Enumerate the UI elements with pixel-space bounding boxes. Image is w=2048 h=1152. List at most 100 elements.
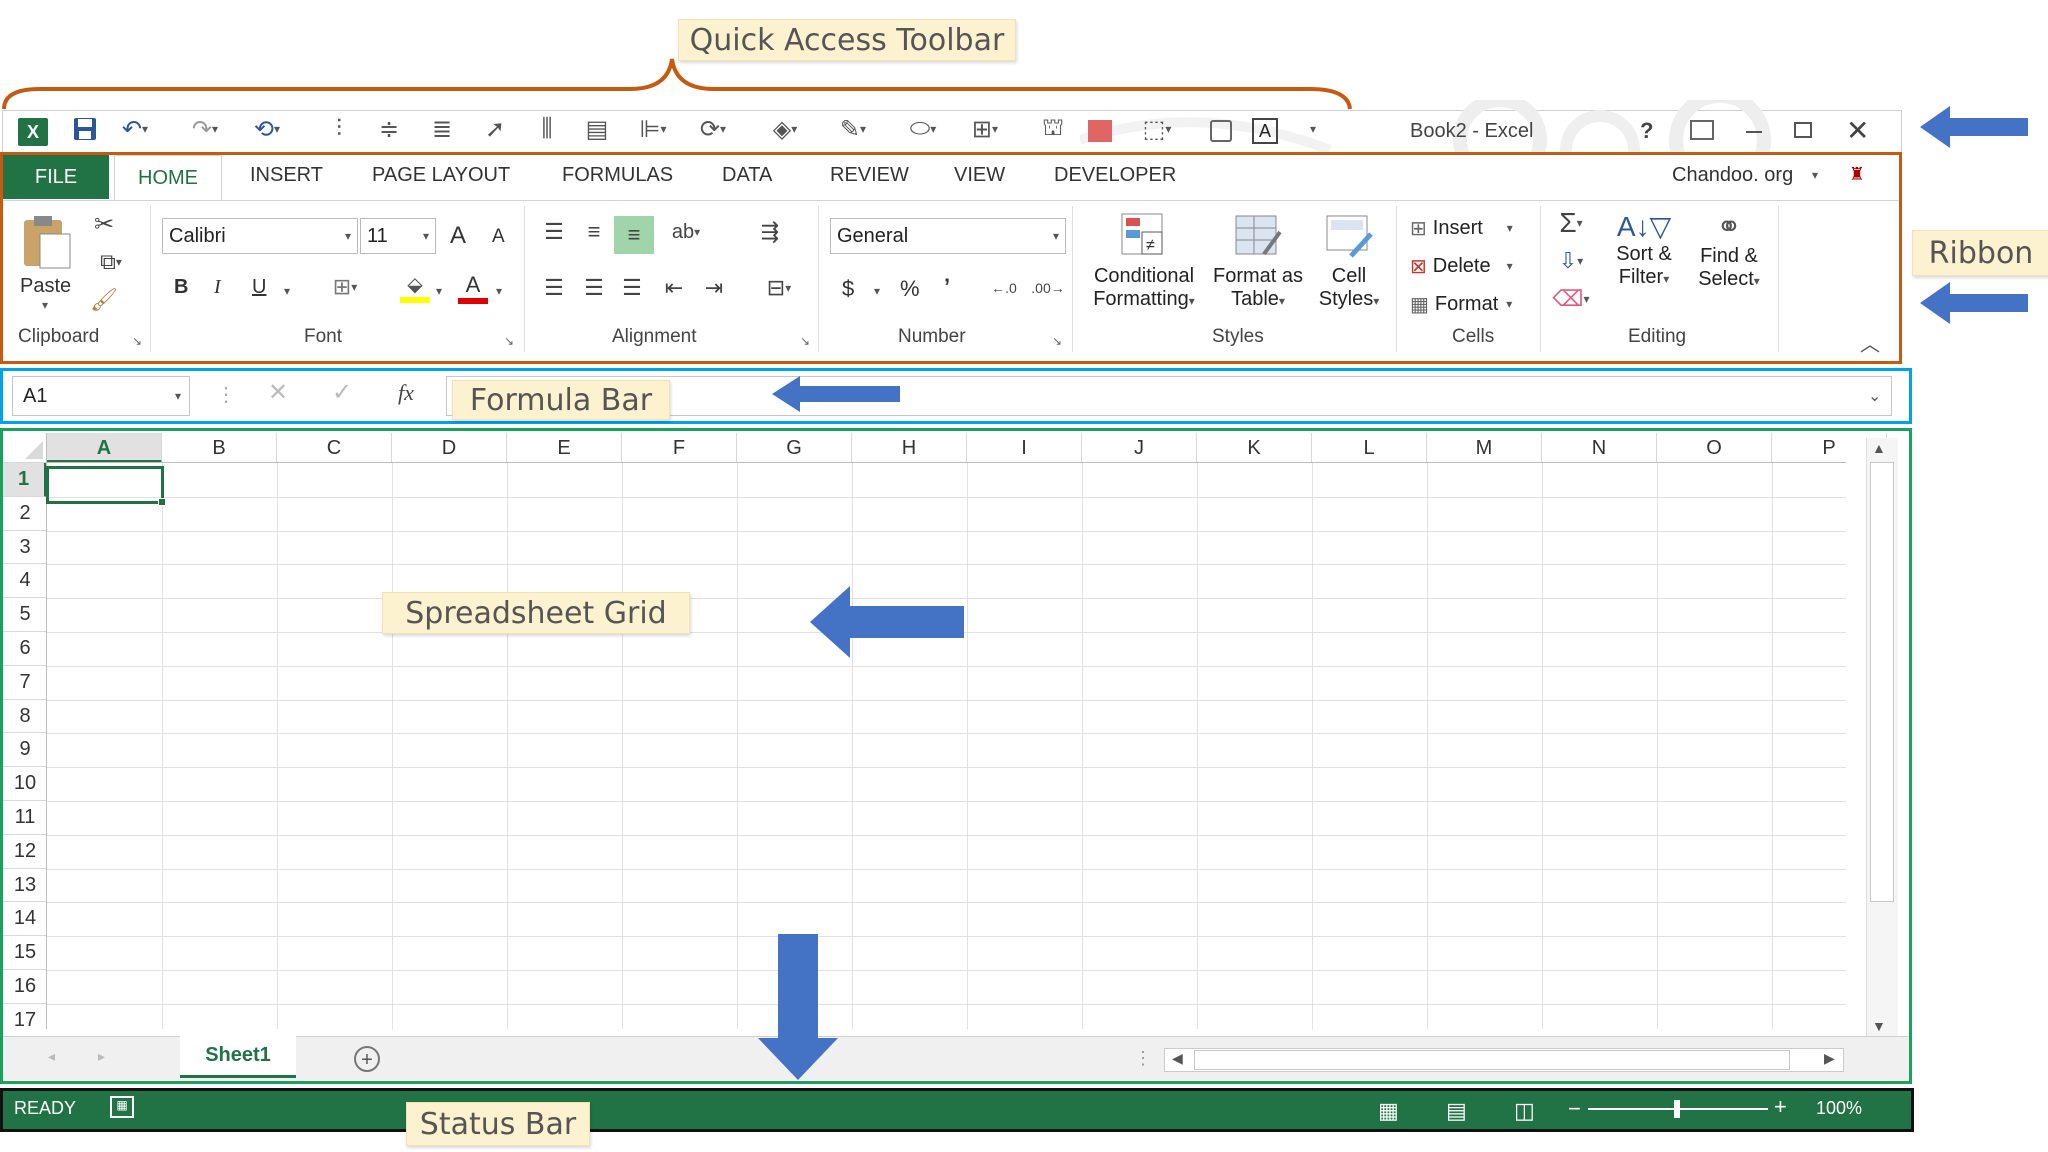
autosum-icon[interactable]: Σ ▾: [1546, 206, 1596, 240]
increase-indent-icon[interactable]: ⇥: [696, 272, 732, 304]
add-sheet-icon[interactable]: +: [354, 1046, 380, 1072]
zoom-out-icon[interactable]: −: [1568, 1096, 1581, 1122]
close-icon[interactable]: ✕: [1846, 114, 1869, 147]
active-cell[interactable]: [46, 466, 164, 504]
row-header[interactable]: 1: [3, 463, 47, 497]
top-align-icon[interactable]: ☰: [536, 216, 572, 248]
macro-recording-icon[interactable]: ▦: [110, 1096, 134, 1118]
row-header[interactable]: 13: [3, 869, 47, 903]
bottom-align-icon[interactable]: ≡: [614, 216, 654, 254]
column-header[interactable]: E: [507, 433, 622, 463]
grow-font-button[interactable]: A: [450, 222, 466, 250]
clipboard-launcher-icon[interactable]: ↘: [132, 334, 142, 348]
align-right-text-icon[interactable]: ☰: [614, 272, 650, 304]
column-header[interactable]: A: [47, 433, 162, 463]
row-header[interactable]: 10: [3, 767, 47, 801]
expand-formula-bar-icon[interactable]: ⌄: [1868, 386, 1881, 406]
zoom-slider-thumb[interactable]: [1674, 1100, 1680, 1118]
fill-color-icon[interactable]: ⬙: [400, 272, 430, 304]
name-box[interactable]: A1 ▾: [12, 376, 190, 416]
fill-color-dropdown-icon[interactable]: ▾: [436, 284, 442, 298]
column-header[interactable]: D: [392, 433, 507, 463]
conditional-formatting-button[interactable]: ≠ Conditional Formatting▾: [1084, 210, 1204, 320]
fill-handle[interactable]: [158, 498, 166, 506]
tab-file[interactable]: FILE: [3, 155, 109, 199]
row-header[interactable]: 3: [3, 531, 47, 565]
scroll-left-icon[interactable]: ◀: [1172, 1050, 1183, 1067]
avatar[interactable]: ♜: [1842, 164, 1872, 194]
row-header[interactable]: 15: [3, 936, 47, 970]
column-header[interactable]: C: [277, 433, 392, 463]
tab-page-layout[interactable]: PAGE LAYOUT: [372, 164, 510, 187]
percent-button[interactable]: %: [900, 276, 920, 302]
cut-icon[interactable]: ✂: [88, 208, 120, 240]
insert-function-button[interactable]: fx: [398, 380, 414, 406]
paste-dropdown-icon[interactable]: ▾: [42, 298, 78, 312]
scroll-down-icon[interactable]: ▼: [1872, 1018, 1886, 1034]
format-as-table-button[interactable]: Format as Table▾: [1208, 210, 1308, 320]
account-name[interactable]: Chandoo. org: [1672, 164, 1793, 187]
align-left-text-icon[interactable]: ☰: [536, 272, 572, 304]
horizontal-scroll-thumb[interactable]: [1194, 1050, 1790, 1070]
column-header[interactable]: F: [622, 433, 737, 463]
page-break-view-icon[interactable]: ◫: [1514, 1098, 1535, 1124]
comma-style-button[interactable]: ’: [944, 274, 950, 300]
column-header[interactable]: L: [1312, 433, 1427, 463]
select-all-corner[interactable]: [3, 433, 47, 463]
insert-cells-button[interactable]: ⊞ Insert ▾: [1410, 212, 1513, 244]
font-name-dropdown-icon[interactable]: ▾: [345, 229, 351, 243]
underline-button[interactable]: U: [252, 276, 266, 299]
fill-down-icon[interactable]: ⇩ ▾: [1546, 244, 1596, 278]
font-size-dropdown-icon[interactable]: ▾: [423, 229, 429, 243]
italic-button[interactable]: I: [214, 276, 221, 299]
cancel-entry-icon[interactable]: ✕: [268, 378, 288, 407]
orientation-icon[interactable]: ab ▾: [660, 216, 712, 248]
row-header[interactable]: 11: [3, 801, 47, 835]
sheet-scroll-right-icon[interactable]: ▸: [98, 1048, 105, 1065]
vertical-scroll-thumb[interactable]: [1870, 462, 1894, 902]
column-header[interactable]: K: [1197, 433, 1312, 463]
tab-home[interactable]: HOME: [114, 155, 222, 201]
help-button[interactable]: ?: [1640, 118, 1653, 144]
alignment-launcher-icon[interactable]: ↘: [800, 334, 810, 348]
page-layout-view-icon[interactable]: ▤: [1446, 1098, 1467, 1124]
delete-cells-button[interactable]: ⊠ Delete ▾: [1410, 250, 1513, 282]
font-size-select[interactable]: 11 ▾: [360, 218, 436, 254]
number-format-select[interactable]: General ▾: [830, 218, 1066, 254]
scroll-right-icon[interactable]: ▶: [1824, 1050, 1835, 1067]
tab-review[interactable]: REVIEW: [830, 164, 909, 187]
collapse-ribbon-icon[interactable]: ︿: [1860, 328, 1880, 357]
row-header[interactable]: 8: [3, 700, 47, 734]
paste-button[interactable]: Paste ▾: [18, 212, 78, 312]
merge-center-icon[interactable]: ⊟ ▾: [752, 272, 806, 304]
wrap-text-icon[interactable]: ⇶: [752, 216, 788, 248]
tab-data[interactable]: DATA: [722, 164, 772, 187]
center-text-icon[interactable]: ☰: [576, 272, 612, 304]
number-launcher-icon[interactable]: ↘: [1052, 334, 1062, 348]
row-header[interactable]: 14: [3, 902, 47, 937]
zoom-in-icon[interactable]: +: [1774, 1094, 1787, 1120]
column-header[interactable]: H: [852, 433, 967, 463]
bold-button[interactable]: B: [174, 276, 188, 299]
cell-styles-button[interactable]: Cell Styles▾: [1310, 210, 1388, 320]
number-format-dropdown-icon[interactable]: ▾: [1053, 229, 1059, 243]
row-header[interactable]: 6: [3, 632, 47, 666]
sort-filter-button[interactable]: A↓▽ Sort & Filter▾: [1608, 210, 1680, 320]
row-header[interactable]: 7: [3, 666, 47, 700]
sheet-tab-sheet1[interactable]: Sheet1: [180, 1036, 296, 1078]
maximize-icon[interactable]: [1794, 122, 1812, 138]
decrease-decimal-icon[interactable]: .00→: [1030, 272, 1066, 304]
tab-formulas[interactable]: FORMULAS: [562, 164, 673, 187]
column-header[interactable]: N: [1542, 433, 1657, 463]
tab-insert[interactable]: INSERT: [250, 164, 323, 187]
format-painter-icon[interactable]: 🖌: [88, 284, 120, 316]
underline-dropdown-icon[interactable]: ▾: [284, 284, 290, 298]
currency-button[interactable]: $: [842, 276, 854, 302]
account-dropdown-icon[interactable]: ▾: [1812, 168, 1818, 182]
column-header[interactable]: J: [1082, 433, 1197, 463]
increase-decimal-icon[interactable]: ←.0: [986, 272, 1022, 304]
sheet-scroll-left-icon[interactable]: ◂: [48, 1048, 55, 1065]
confirm-entry-icon[interactable]: ✓: [332, 378, 352, 407]
column-header[interactable]: B: [162, 433, 277, 463]
column-header[interactable]: M: [1427, 433, 1542, 463]
